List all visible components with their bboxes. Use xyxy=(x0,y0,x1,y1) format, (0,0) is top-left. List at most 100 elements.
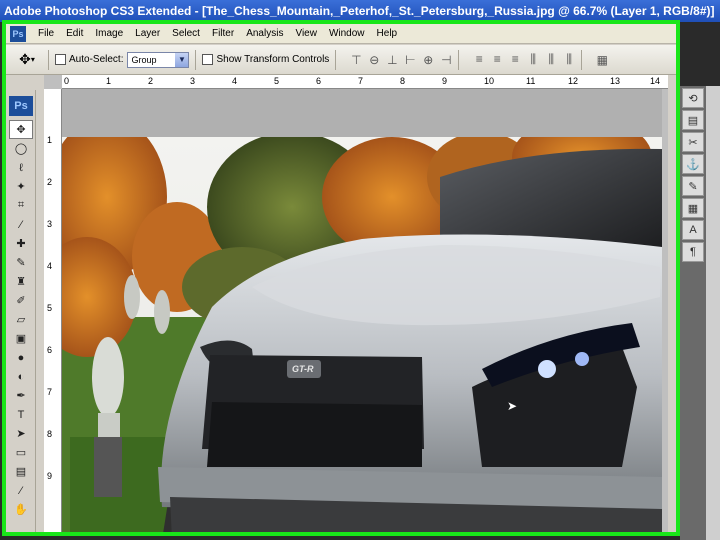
distribute-vcenter-icon[interactable]: ≡ xyxy=(491,52,503,67)
menu-analysis[interactable]: Analysis xyxy=(240,28,289,39)
ruler-number: 9 xyxy=(47,471,53,481)
align-bottom-icon[interactable]: ⊥ xyxy=(386,53,398,67)
ruler-number: 12 xyxy=(568,76,579,86)
menu-edit[interactable]: Edit xyxy=(60,28,89,39)
menu-file[interactable]: File xyxy=(32,28,60,39)
ruler-number: 1 xyxy=(106,76,112,86)
paragraph-panel-icon[interactable]: ¶ xyxy=(682,242,704,262)
ruler-number: 13 xyxy=(610,76,621,86)
menu-help[interactable]: Help xyxy=(371,28,404,39)
ruler-number: 5 xyxy=(274,76,280,86)
right-panel-dock: ⟲ ▤ ✂ ⚓ ✎ ▦ A ¶ xyxy=(680,86,720,540)
tools-panel-icon[interactable]: ✂ xyxy=(682,132,704,152)
auto-align-icons: ▦ xyxy=(596,53,608,67)
distribute-right-icon[interactable]: ⫼ xyxy=(563,52,575,67)
align-top-icon[interactable]: ⊤ xyxy=(350,53,362,67)
ruler-number: 11 xyxy=(526,76,536,86)
type-tool-icon[interactable]: T xyxy=(9,405,33,424)
composite-photo[interactable]: GT-R ➤ xyxy=(62,137,662,532)
show-transform-checkbox[interactable]: Show Transform Controls xyxy=(202,54,329,65)
menu-layer[interactable]: Layer xyxy=(129,28,166,39)
eyedropper2-tool-icon[interactable]: ⁄ xyxy=(9,481,33,500)
distribute-left-icon[interactable]: ⫼ xyxy=(527,52,539,67)
distribute-top-icon[interactable]: ≡ xyxy=(473,52,485,67)
photoshop-app-icon[interactable]: Ps xyxy=(10,25,26,42)
clone-stamp-tool-icon[interactable]: ♜ xyxy=(9,272,33,291)
options-divider xyxy=(458,49,460,70)
ruler-number: 9 xyxy=(442,76,448,86)
menu-image[interactable]: Image xyxy=(89,28,129,39)
ruler-number: 8 xyxy=(400,76,406,86)
ruler-number: 4 xyxy=(232,76,238,86)
layers-panel-icon[interactable]: ▦ xyxy=(682,198,704,218)
mouse-cursor-icon: ➤ xyxy=(507,399,518,413)
chevron-down-icon[interactable]: ▼ xyxy=(175,52,189,67)
show-transform-label: Show Transform Controls xyxy=(216,54,330,65)
ruler-number: 8 xyxy=(47,429,53,439)
history-brush-tool-icon[interactable]: ✐ xyxy=(9,291,33,310)
vertical-ruler[interactable]: 1 2 3 4 5 6 7 8 9 xyxy=(44,89,62,532)
photoshop-logo[interactable]: Ps xyxy=(9,96,33,116)
ruler-number: 2 xyxy=(47,177,53,187)
auto-select-checkbox-box[interactable] xyxy=(55,54,66,65)
ruler-number: 7 xyxy=(47,387,53,397)
history-panel-icon[interactable]: ⟲ xyxy=(682,88,704,108)
path-selection-tool-icon[interactable]: ➤ xyxy=(9,424,33,443)
ruler-number: 14 xyxy=(650,76,661,86)
paths-panel-icon[interactable]: ⚓ xyxy=(682,154,704,174)
gradient-tool-icon[interactable]: ▣ xyxy=(9,329,33,348)
blur-tool-icon[interactable]: ● xyxy=(9,348,33,367)
ruler-number: 10 xyxy=(484,76,495,86)
character-panel-icon[interactable]: A xyxy=(682,220,704,240)
ruler-number: 6 xyxy=(316,76,322,86)
distribute-hcenter-icon[interactable]: ⫼ xyxy=(545,52,557,67)
ruler-number: 6 xyxy=(47,345,53,355)
ruler-number: 3 xyxy=(47,219,53,229)
show-transform-checkbox-box[interactable] xyxy=(202,54,214,65)
move-tool-preset-icon[interactable]: ✥ ▾ xyxy=(12,49,42,71)
ruler-number: 7 xyxy=(358,76,364,86)
align-hcenter-icon[interactable]: ⊕ xyxy=(422,53,434,67)
align-left-icon[interactable]: ⊢ xyxy=(404,53,416,67)
lasso-tool-icon[interactable]: ℓ xyxy=(9,158,33,177)
options-bar: ✥ ▾ Auto-Select: Group ▼ Show Transform C… xyxy=(6,45,676,75)
distribute-bottom-icon[interactable]: ≡ xyxy=(509,52,521,67)
panel-icon-column: ⟲ ▤ ✂ ⚓ ✎ ▦ A ¶ xyxy=(682,86,704,262)
menu-window[interactable]: Window xyxy=(323,28,371,39)
auto-select-checkbox[interactable]: Auto-Select: xyxy=(55,54,123,65)
eyedropper-tool-icon[interactable]: ⁄ xyxy=(9,215,33,234)
ruler-number: 0 xyxy=(64,76,70,86)
dodge-tool-icon[interactable]: ◐ xyxy=(9,367,33,386)
navigator-panel-icon[interactable]: ▤ xyxy=(682,110,704,130)
image-canvas[interactable]: GT-R ➤ xyxy=(62,89,662,532)
ruler-number: 5 xyxy=(47,303,53,313)
horizontal-ruler[interactable]: 0 1 2 3 4 5 6 7 8 9 10 11 12 13 14 xyxy=(62,75,668,89)
align-right-icon[interactable]: ⊣ xyxy=(440,53,452,67)
eraser-tool-icon[interactable]: ▱ xyxy=(9,310,33,329)
tools-panel: Ps ✥ ◯ ℓ ✦ ⌗ ⁄ ✚ ✎ ♜ ✐ ▱ ▣ ● ◐ ✒ T ➤ ▭ ▤… xyxy=(6,90,36,532)
shape-tool-icon[interactable]: ▭ xyxy=(9,443,33,462)
move-tool-icon[interactable]: ✥ xyxy=(9,120,33,139)
menu-select[interactable]: Select xyxy=(166,28,206,39)
window-title-bar: Adobe Photoshop CS3 Extended - [The_Ches… xyxy=(0,0,720,22)
brushes-panel-icon[interactable]: ✎ xyxy=(682,176,704,196)
auto-align-layers-icon[interactable]: ▦ xyxy=(596,53,608,67)
ruler-number: 4 xyxy=(47,261,53,271)
collapsed-panels-strip[interactable] xyxy=(706,86,720,540)
align-vcenter-icon[interactable]: ⊖ xyxy=(368,53,380,67)
ruler-number: 3 xyxy=(190,76,196,86)
ruler-number: 1 xyxy=(47,135,53,145)
magic-wand-tool-icon[interactable]: ✦ xyxy=(9,177,33,196)
marquee-tool-icon[interactable]: ◯ xyxy=(9,139,33,158)
align-icons: ⊤ ⊖ ⊥ ⊢ ⊕ ⊣ xyxy=(350,53,452,67)
menu-view[interactable]: View xyxy=(289,28,323,39)
crop-tool-icon[interactable]: ⌗ xyxy=(9,196,33,215)
healing-brush-tool-icon[interactable]: ✚ xyxy=(9,234,33,253)
menu-filter[interactable]: Filter xyxy=(206,28,240,39)
notes-tool-icon[interactable]: ▤ xyxy=(9,462,33,481)
auto-select-dropdown[interactable]: Group ▼ xyxy=(127,51,190,68)
brush-tool-icon[interactable]: ✎ xyxy=(9,253,33,272)
auto-select-value: Group xyxy=(131,54,157,65)
pen-tool-icon[interactable]: ✒ xyxy=(9,386,33,405)
hand-tool-icon[interactable]: ✋ xyxy=(9,500,33,519)
